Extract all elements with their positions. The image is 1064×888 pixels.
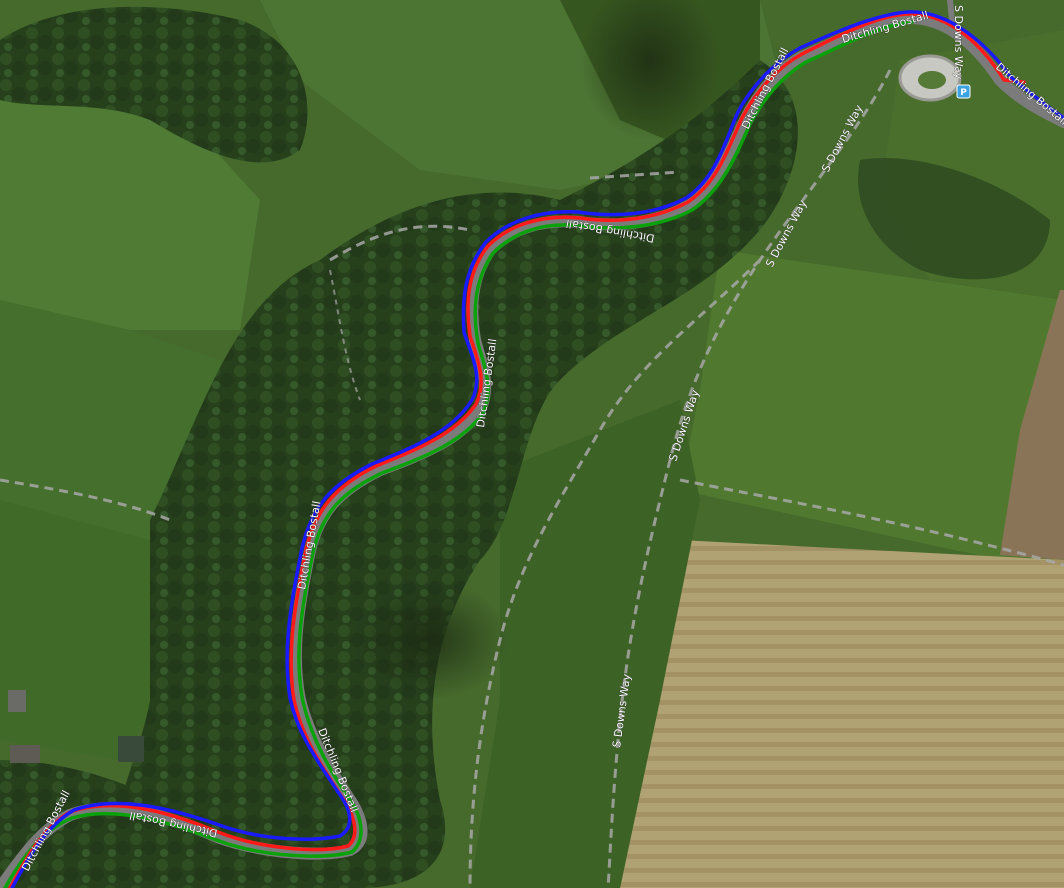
label-sdw-north: S Downs Way: [952, 5, 965, 80]
field-southwest: [0, 500, 160, 760]
satellite-map[interactable]: Ditchling Bostall Ditchling Bostall Ditc…: [0, 0, 1064, 888]
hill-shadow: [350, 580, 510, 700]
field-arable: [620, 540, 1064, 888]
parking-icon[interactable]: P: [956, 84, 971, 99]
svg-text:P: P: [960, 88, 967, 98]
map-canvas[interactable]: Ditchling Bostall Ditchling Bostall Ditc…: [0, 0, 1064, 888]
road-south-downs-north: [947, 0, 955, 23]
car-park: [898, 54, 962, 102]
